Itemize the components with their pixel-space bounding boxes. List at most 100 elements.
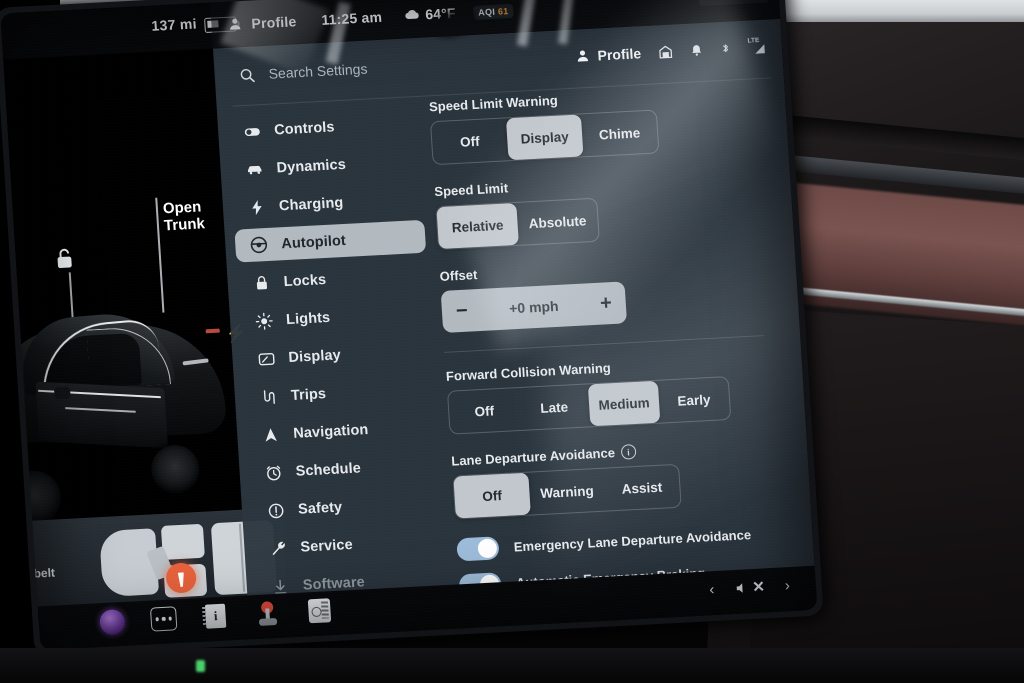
unlock-icon[interactable]	[53, 247, 76, 270]
sidebar-item-label: Controls	[273, 118, 336, 138]
sidebar-item-label: Schedule	[295, 459, 362, 480]
person-icon	[230, 18, 241, 30]
exclamation-icon	[266, 500, 286, 520]
toggle-label: Emergency Lane Departure Avoidance	[513, 527, 752, 555]
status-temperature: 64°F	[424, 4, 457, 23]
status-led	[196, 660, 205, 672]
garage-icon[interactable]	[658, 43, 674, 60]
display-icon	[256, 349, 276, 369]
profile-button[interactable]: Profile	[575, 45, 642, 64]
sidebar-item-label: Lights	[285, 309, 331, 328]
section-divider	[444, 335, 765, 353]
open-trunk-button[interactable]: Open Trunk	[162, 198, 205, 234]
segment-option-relative[interactable]: Relative	[436, 202, 519, 250]
owners-manual-icon[interactable]: i	[202, 603, 230, 630]
lte-signal-icon: LTE	[747, 37, 768, 56]
aqi-label: AQI	[477, 6, 496, 18]
search-input[interactable]: Search Settings	[268, 61, 368, 82]
lock-icon	[251, 273, 271, 293]
photo-scene: 137 mi Open Trunk ⚡	[0, 0, 1024, 683]
steering-icon	[249, 235, 269, 255]
offset-value: +0 mph	[508, 297, 560, 317]
sidebar-item-service[interactable]: Service	[253, 523, 445, 566]
toggle-icon	[242, 121, 262, 141]
segment-option-assist[interactable]: Assist	[603, 465, 681, 511]
segment-option-off[interactable]: Off	[453, 472, 531, 519]
sidebar-item-controls[interactable]: Controls	[227, 106, 419, 149]
status-profile-button[interactable]: Profile	[251, 13, 297, 31]
sidebar-item-autopilot[interactable]: Autopilot	[234, 219, 427, 263]
offset-decrement-button[interactable]: −	[455, 300, 468, 323]
sidebar-item-display[interactable]: Display	[242, 334, 434, 377]
info-icon[interactable]: i	[620, 444, 637, 460]
segment-option-warning[interactable]: Warning	[528, 469, 606, 515]
speed-limit-segmented[interactable]: Relative Absolute	[435, 197, 600, 251]
sidebar-item-charging[interactable]: Charging	[232, 182, 424, 225]
sidebar-item-label: Service	[299, 536, 354, 556]
speed-limit-label: Speed Limit	[433, 180, 509, 200]
clock-icon	[263, 463, 283, 483]
wrench-icon	[268, 538, 288, 558]
forward-collision-warning-segmented[interactable]: Off Late Medium Early	[446, 376, 732, 435]
lane-departure-avoidance-segmented[interactable]: Off Warning Assist	[452, 463, 682, 520]
sidebar-item-label: Locks	[283, 271, 327, 290]
sidebar-item-label: Safety	[297, 498, 343, 518]
speed-limit-group: Speed Limit Relative Absolute	[433, 166, 784, 251]
segment-option-off[interactable]: Off	[448, 388, 521, 434]
toggle-row[interactable]: Emergency Lane Departure Avoidance	[456, 520, 803, 562]
segment-option-early[interactable]: Early	[658, 377, 731, 423]
offset-label: Offset	[439, 267, 478, 285]
offset-increment-button[interactable]: +	[599, 292, 612, 315]
sidebar-item-label: Autopilot	[280, 232, 347, 252]
airbag-icon: ⛹	[703, 0, 717, 1]
forward-collision-warning-label: Forward Collision Warning	[445, 360, 612, 384]
sidebar-item-locks[interactable]: Locks	[237, 258, 429, 301]
arcade-joystick-icon[interactable]	[254, 600, 282, 627]
sidebar-item-lights[interactable]: Lights	[239, 296, 431, 339]
sidebar-item-safety[interactable]: Safety	[251, 485, 443, 528]
sidebar-item-dynamics[interactable]: Dynamics	[230, 144, 422, 187]
app-launcher-icon[interactable]	[149, 605, 178, 632]
settings-panel: Search Settings Profile LTE Controls Dyn…	[212, 18, 817, 618]
taskbar-apps: i	[98, 597, 333, 635]
sidebar-item-schedule[interactable]: Schedule	[249, 447, 441, 490]
offset-stepper[interactable]: − +0 mph +	[440, 281, 628, 333]
tesla-orb-icon[interactable]	[98, 608, 126, 635]
open-trunk-line2: Trunk	[163, 215, 206, 235]
lane-departure-avoidance-group: Lane Departure Avoidance i Off Warning Ass…	[451, 436, 801, 520]
media-next-button[interactable]: ›	[784, 577, 790, 594]
car-icon	[244, 159, 264, 179]
volume-muted-icon[interactable]: ✕	[734, 577, 765, 597]
sidebar-item-label: Trips	[290, 385, 327, 404]
theater-icon[interactable]	[306, 597, 334, 624]
sun-icon	[254, 311, 274, 331]
segment-option-late[interactable]: Late	[518, 384, 591, 430]
search-icon[interactable]	[238, 66, 256, 84]
route-icon	[258, 387, 278, 407]
toggle-switch[interactable]	[456, 536, 500, 562]
navigate-icon	[261, 425, 281, 445]
offset-group: Offset − +0 mph +	[439, 251, 789, 333]
status-aqi-badge[interactable]: AQI 61	[472, 3, 514, 20]
screen-surface: 137 mi Open Trunk ⚡	[0, 0, 818, 651]
speed-limit-warning-segmented[interactable]: Off Display Chime	[429, 109, 660, 166]
sidebar-item-label: Navigation	[292, 421, 369, 442]
passenger-airbag-indicator: ⛹ PASSENGER AIRBAG OFF	[697, 0, 770, 7]
center-touchscreen: 137 mi Open Trunk ⚡	[0, 0, 834, 667]
panel-header-icons: Profile LTE	[575, 37, 768, 65]
forward-collision-warning-group: Forward Collision Warning Off Late Medium E…	[446, 351, 796, 435]
settings-sidebar: Controls Dynamics Charging Autopilot Locks Li…	[227, 106, 448, 609]
sidebar-item-navigation[interactable]: Navigation	[246, 409, 438, 452]
bell-icon[interactable]	[690, 41, 704, 58]
open-trunk-line1: Open	[162, 198, 202, 218]
media-prev-button[interactable]: ‹	[709, 581, 715, 598]
sidebar-item-trips[interactable]: Trips	[244, 371, 436, 414]
segment-option-chime[interactable]: Chime	[581, 111, 659, 157]
airbag-line-2: AIRBAG OFF	[721, 0, 764, 1]
bluetooth-icon[interactable]	[719, 39, 731, 57]
segment-option-display[interactable]: Display	[505, 114, 584, 161]
segment-option-absolute[interactable]: Absolute	[516, 199, 599, 245]
segment-option-medium[interactable]: Medium	[587, 380, 661, 427]
lane-departure-avoidance-label: Lane Departure Avoidance i	[451, 436, 797, 469]
segment-option-off[interactable]: Off	[431, 118, 509, 164]
